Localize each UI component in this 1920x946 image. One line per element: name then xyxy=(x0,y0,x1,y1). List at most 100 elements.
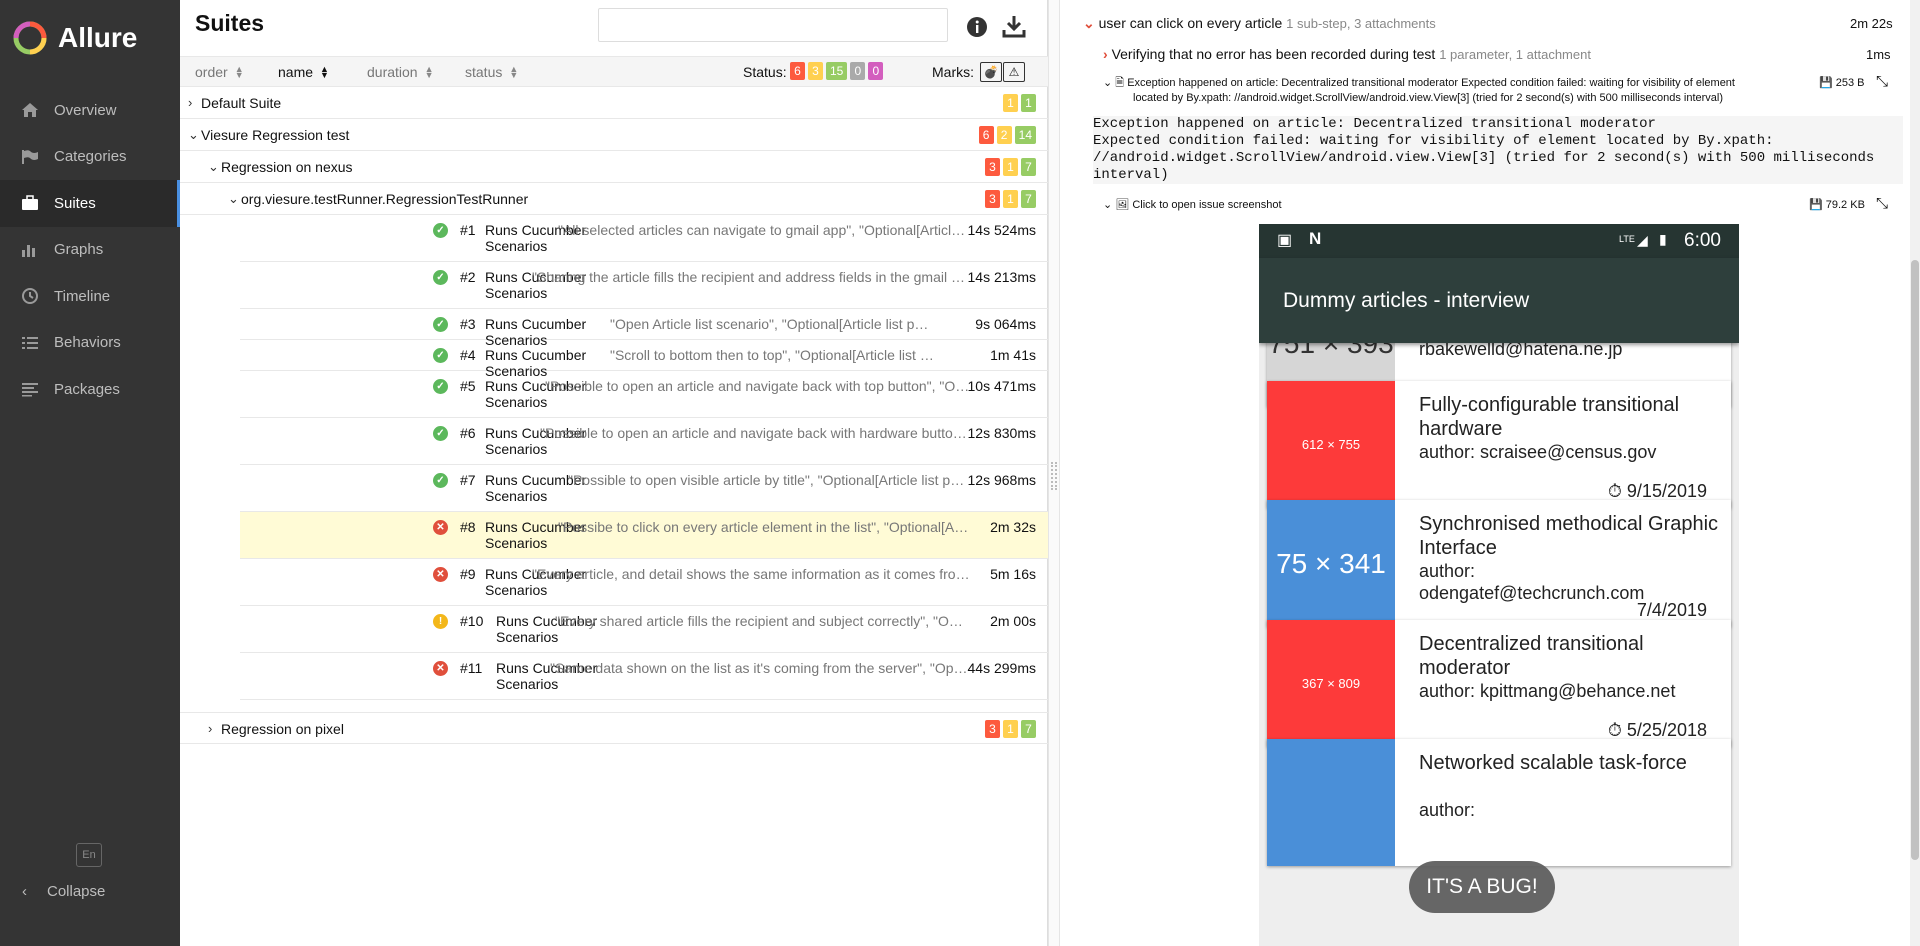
filter-unknown-badge[interactable]: 0 xyxy=(868,62,884,80)
status-failed-icon: ✕ xyxy=(433,567,448,582)
status-failed-icon: ✕ xyxy=(433,661,448,676)
sidebar-item-suites[interactable]: Suites xyxy=(0,180,180,227)
sort-label: status xyxy=(465,64,503,80)
collapse-button[interactable]: ‹ Collapse xyxy=(22,883,105,900)
filter-broken-badge[interactable]: 3 xyxy=(808,62,823,80)
sort-label: duration xyxy=(367,64,418,80)
article-title: Networked scalable task-force xyxy=(1419,752,1687,774)
chevron-right-icon: › xyxy=(188,95,193,110)
size-value: 253 B xyxy=(1835,77,1865,89)
status-passed-icon: ✓ xyxy=(433,317,448,332)
expand-icon[interactable]: ⤡ xyxy=(1876,195,1888,212)
suite-label: Default Suite xyxy=(201,95,282,111)
attachment-screenshot[interactable]: ⌄ 🖼 Click to open issue screenshot xyxy=(1103,198,1282,211)
step-duration: 1ms xyxy=(1866,47,1891,62)
test-row[interactable]: ✕ #11 Runs Cucumber Scenarios "Same data sh… xyxy=(240,653,1048,700)
expand-icon[interactable]: ⤡ xyxy=(1876,73,1888,90)
sort-status-button[interactable]: status ▲ ▼ xyxy=(465,64,518,80)
briefcase-icon xyxy=(20,194,40,212)
sort-name-button[interactable]: name ▲ ▼ xyxy=(278,64,329,80)
size-value: 79.2 KB xyxy=(1825,199,1865,211)
filter-passed-badge[interactable]: 15 xyxy=(826,62,848,80)
test-row[interactable]: ! #10 Runs Cucumber Scenarios "Every shared… xyxy=(240,606,1048,653)
status-filter: 6 3 15 0 0 xyxy=(790,62,884,80)
step-user-click[interactable]: ⌄ user can click on every article 1 sub-… xyxy=(1083,15,1436,32)
n-logo-icon: N xyxy=(1309,229,1322,248)
chevron-down-icon: ⌄ xyxy=(1103,199,1113,211)
date-value: 7/4/2019 xyxy=(1636,600,1707,620)
test-number: #8 xyxy=(460,519,476,535)
test-number: #2 xyxy=(460,269,476,285)
count-badge: 1 xyxy=(1003,94,1018,112)
article-card[interactable]: 612 × 755 Fully-configurable transitional… xyxy=(1267,381,1731,508)
test-row[interactable]: ✕ #9 Runs Cucumber Scenarios "Every article… xyxy=(240,559,1048,606)
article-author: author: odengatef@techcrunch.com xyxy=(1419,561,1645,603)
filter-failed-badge[interactable]: 6 xyxy=(790,62,805,80)
sidebar-item-timeline[interactable]: Timeline xyxy=(0,273,180,320)
article-date: 7/4/2019 xyxy=(1637,600,1707,621)
splitter-grip-icon[interactable] xyxy=(1051,462,1057,490)
save-icon: 💾 xyxy=(1819,77,1833,89)
test-number: #6 xyxy=(460,425,476,441)
test-duration: 14s 524ms xyxy=(967,222,1036,238)
article-thumbnail xyxy=(1267,739,1395,866)
warning-mark-icon[interactable]: ⚠ xyxy=(1003,62,1025,82)
sidebar-item-overview[interactable]: Overview xyxy=(0,87,180,134)
scrollbar-thumb[interactable] xyxy=(1911,260,1919,860)
test-row[interactable]: ✕ #8 Runs Cucumber Scenarios "Possibe to cl… xyxy=(240,512,1048,559)
image-icon: 🖼 xyxy=(1115,199,1130,211)
test-duration: 14s 213ms xyxy=(967,269,1036,285)
sidebar-item-packages[interactable]: Packages xyxy=(0,366,180,413)
count-badge: 7 xyxy=(1021,190,1036,208)
bug-fab-button[interactable]: IT'S A BUG! xyxy=(1409,861,1555,913)
chevron-right-icon: › xyxy=(208,721,213,736)
sidebar-nav: Overview Categories Suites Graphs Timeli… xyxy=(0,87,180,413)
sidebar-item-behaviors[interactable]: Behaviors xyxy=(0,320,180,367)
suite-default[interactable]: › Default Suite 11 xyxy=(180,87,1048,119)
test-row[interactable]: ✓ #2 Runs Cucumber Scenarios "Sharing the a… xyxy=(240,262,1048,309)
filter-skipped-badge[interactable]: 0 xyxy=(850,62,866,80)
sort-label: order xyxy=(195,64,228,80)
article-card[interactable]: Networked scalable task-force author: xyxy=(1267,739,1731,866)
suite-viesure[interactable]: ⌄ Viesure Regression test 6 2 14 xyxy=(180,119,1048,151)
test-number: #3 xyxy=(460,316,476,332)
test-row[interactable]: ✓ #5 Runs Cucumber Scenarios "Possible to o… xyxy=(240,371,1048,418)
step-verifying[interactable]: › Verifying that no error has been recor… xyxy=(1103,46,1591,62)
suite-nexus[interactable]: ⌄ Regression on nexus 317 xyxy=(180,151,1048,183)
chevron-down-icon: ⌄ xyxy=(188,127,199,142)
brand[interactable]: Allure xyxy=(12,16,137,60)
home-icon xyxy=(20,101,40,119)
suite-pixel[interactable]: › Regression on pixel 317 xyxy=(180,712,1048,744)
brand-name: Allure xyxy=(58,22,138,53)
exception-text: Exception happened on article: Decentral… xyxy=(1093,116,1903,184)
attachment-size: 💾 79.2 KB xyxy=(1809,198,1865,211)
sort-order-button[interactable]: order ▲ ▼ xyxy=(195,64,244,80)
download-icon[interactable] xyxy=(1002,14,1026,38)
sidebar-item-label: Overview xyxy=(54,101,117,119)
network-type: LTE xyxy=(1619,234,1635,244)
timer-icon: ⏱ xyxy=(1607,720,1622,740)
test-row[interactable]: ✓ #4 Runs Cucumber Scenarios "Scroll to bot… xyxy=(240,340,1048,379)
test-params: "Possibe to click on every article eleme… xyxy=(558,519,970,535)
info-icon[interactable] xyxy=(966,16,988,38)
language-button[interactable]: En xyxy=(76,843,102,867)
sidebar-item-label: Timeline xyxy=(54,287,111,305)
test-row[interactable]: ✓ #7 Runs Cucumber Scenarios "Possible to o… xyxy=(240,465,1048,512)
test-number: #7 xyxy=(460,472,476,488)
article-card[interactable]: 367 × 809 Decentralized transitional mode… xyxy=(1267,620,1731,747)
test-row[interactable]: ✓ #6 Runs Cucumber Scenarios "Possible to o… xyxy=(240,418,1048,465)
test-row[interactable]: ✓ #1 Runs Cucumber Scenarios "All selected … xyxy=(240,215,1048,262)
test-params: "Same data shown on the list as it's com… xyxy=(550,660,970,676)
count-badge: 14 xyxy=(1014,126,1036,144)
attachment-exception[interactable]: ⌄ 🗎 Exception happened on article: Decen… xyxy=(1103,76,1735,106)
flaky-mark-icon[interactable]: 💣 xyxy=(980,62,1002,82)
search-input[interactable] xyxy=(598,8,948,42)
suite-runner[interactable]: ⌄ org.viesure.testRunner.RegressionTestR… xyxy=(180,183,1048,215)
article-card[interactable]: 75 × 341 Synchronised methodical Graphic … xyxy=(1267,500,1731,627)
sidebar-item-categories[interactable]: Categories xyxy=(0,134,180,181)
sidebar-item-graphs[interactable]: Graphs xyxy=(0,227,180,274)
screenshot-image[interactable]: ▣ N LTE ◢ ▮ 6:00 Dummy articles - interv… xyxy=(1259,224,1739,946)
test-row[interactable]: ✓ #3 Runs Cucumber Scenarios "Open Article … xyxy=(240,309,1048,348)
sort-arrows-icon: ▲ ▼ xyxy=(424,64,434,80)
sort-duration-button[interactable]: duration ▲ ▼ xyxy=(367,64,434,80)
